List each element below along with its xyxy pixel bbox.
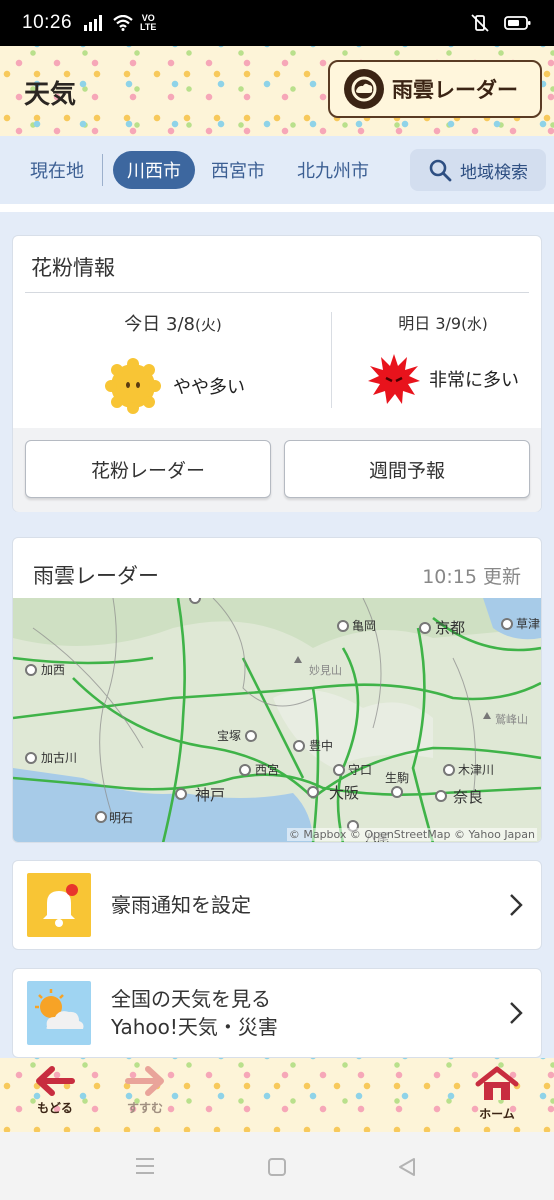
page-title: 天気 xyxy=(24,80,77,110)
pollen-vertical-divider xyxy=(331,312,332,408)
arrow-left-icon xyxy=(36,1066,75,1096)
map-label-kyoto: 京都 xyxy=(435,620,465,637)
recents-icon[interactable] xyxy=(134,1156,156,1176)
heavy-rain-alert-row[interactable]: 豪雨通知を設定 xyxy=(12,860,542,950)
map-label-moriguchi: 守口 xyxy=(348,763,372,777)
home-nav-icon[interactable] xyxy=(266,1156,288,1178)
pollen-extreme-icon xyxy=(368,354,420,404)
bottom-nav: もどる すすむ ホーム xyxy=(0,1058,554,1132)
chevron-right-icon xyxy=(510,894,523,916)
back-label: もどる xyxy=(37,1101,73,1115)
forward-button[interactable]: すすむ xyxy=(124,1066,166,1116)
umbrella-radar-icon xyxy=(344,69,384,109)
sun-cloud-icon xyxy=(27,981,91,1045)
status-bar: 10:26 VO LTE xyxy=(0,0,554,46)
pollen-card: 花粉情報 今日 3/8(火) やや多い 明日 3/9(水) 非常に多い 花粉レー… xyxy=(12,235,542,512)
national-weather-line2: Yahoo!天気・災害 xyxy=(111,1015,278,1039)
rain-radar-card[interactable]: 雨雲レーダー 10:15 更新 亀岡 京都 草津 加西 妙見山 鷲峰山 宝塚 豊… xyxy=(12,537,542,843)
rain-radar-header: 雨雲レーダー 10:15 更新 xyxy=(13,538,541,596)
map-label-osaka: 大阪 xyxy=(329,785,359,802)
arrow-right-icon xyxy=(125,1066,164,1096)
region-search-wrapper: 地域検索 xyxy=(402,136,554,204)
map-label-kobe: 神戸 xyxy=(195,787,225,804)
tab-current-location[interactable]: 現在地 xyxy=(14,157,100,183)
pollen-today-label: 今日 3/8(火) xyxy=(124,314,222,335)
rain-radar-header-label: 雨雲レーダー xyxy=(392,78,518,102)
location-tabs: 現在地 川西市 西宮市 北九州市 地域検索 xyxy=(0,136,554,204)
weekly-forecast-button[interactable]: 週間予報 xyxy=(284,440,530,498)
map-label-kasai: 加西 xyxy=(41,663,65,677)
signal-icon xyxy=(84,15,103,31)
rain-radar-updated: 10:15 更新 xyxy=(422,565,521,588)
home-label: ホーム xyxy=(479,1107,515,1121)
wifi-icon xyxy=(113,15,133,31)
status-time: 10:26 xyxy=(22,12,73,33)
map-label-akashi: 明石 xyxy=(109,811,133,825)
map-attribution: © Mapbox © OpenStreetMap © Yahoo Japan xyxy=(286,828,537,841)
map-label-toyonaka: 豊中 xyxy=(309,738,333,753)
back-nav-icon[interactable] xyxy=(396,1156,418,1178)
battery-icon xyxy=(504,16,531,30)
bell-icon xyxy=(27,873,91,937)
map-label-nishinomiya: 西宮 xyxy=(255,762,279,777)
system-nav-bar xyxy=(0,1132,554,1200)
pollen-tomorrow: 明日 3/9(水) 非常に多い xyxy=(353,310,533,406)
pollen-radar-button[interactable]: 花粉レーダー xyxy=(25,440,271,498)
map-label-takarazuka: 宝塚 xyxy=(217,729,241,743)
tab-separator xyxy=(102,154,103,186)
vibrate-off-icon xyxy=(471,14,489,32)
tab-kitakyushu[interactable]: 北九州市 xyxy=(281,157,385,183)
map-label-kameoka: 亀岡 xyxy=(352,619,376,633)
search-icon xyxy=(429,159,452,182)
pollen-tomorrow-label: 明日 3/9(水) xyxy=(398,314,488,333)
heavy-rain-alert-label: 豪雨通知を設定 xyxy=(111,893,251,917)
chevron-right-icon xyxy=(510,1002,523,1024)
tab-nishinomiya[interactable]: 西宮市 xyxy=(195,157,281,183)
rain-radar-header-button[interactable]: 雨雲レーダー xyxy=(328,60,542,118)
pollen-title: 花粉情報 xyxy=(31,256,115,280)
rain-radar-map[interactable]: 亀岡 京都 草津 加西 妙見山 鷲峰山 宝塚 豊中 加古川 西宮 守口 木津川 … xyxy=(13,592,541,842)
tab-kawanishi[interactable]: 川西市 xyxy=(113,151,195,189)
forward-label: すすむ xyxy=(126,1101,163,1115)
national-weather-text: 全国の天気を見る Yahoo!天気・災害 xyxy=(111,985,278,1041)
rain-radar-title: 雨雲レーダー xyxy=(33,564,159,588)
map-label-myokenzan: 妙見山 xyxy=(309,663,342,677)
national-weather-row[interactable]: 全国の天気を見る Yahoo!天気・災害 xyxy=(12,968,542,1058)
divider xyxy=(25,292,529,293)
map-label-kakogawa: 加古川 xyxy=(41,750,77,765)
pollen-today: 今日 3/8(火) やや多い xyxy=(73,310,273,418)
pollen-medium-icon xyxy=(105,358,161,414)
map-label-jubuzan: 鷲峰山 xyxy=(495,712,528,726)
map-label-kusatsu: 草津 xyxy=(516,617,540,631)
pollen-today-level: やや多い xyxy=(73,354,273,418)
region-search-button[interactable]: 地域検索 xyxy=(410,149,546,191)
map-label-ikoma: 生駒 xyxy=(385,771,409,785)
app-header: 天気 雨雲レーダー xyxy=(0,46,554,136)
pollen-tomorrow-level: 非常に多い xyxy=(353,352,533,406)
map-label-kizugawa: 木津川 xyxy=(458,763,494,777)
home-icon xyxy=(475,1066,519,1100)
tabs-bottom-border xyxy=(0,204,554,212)
home-button[interactable]: ホーム xyxy=(474,1066,520,1122)
national-weather-line1: 全国の天気を見る xyxy=(111,987,271,1011)
pollen-buttons: 花粉レーダー 週間予報 xyxy=(13,428,541,512)
volte-icon: VO LTE xyxy=(140,13,157,32)
map-label-nara: 奈良 xyxy=(453,789,483,806)
back-button[interactable]: もどる xyxy=(34,1066,76,1116)
region-search-label: 地域検索 xyxy=(460,162,528,183)
